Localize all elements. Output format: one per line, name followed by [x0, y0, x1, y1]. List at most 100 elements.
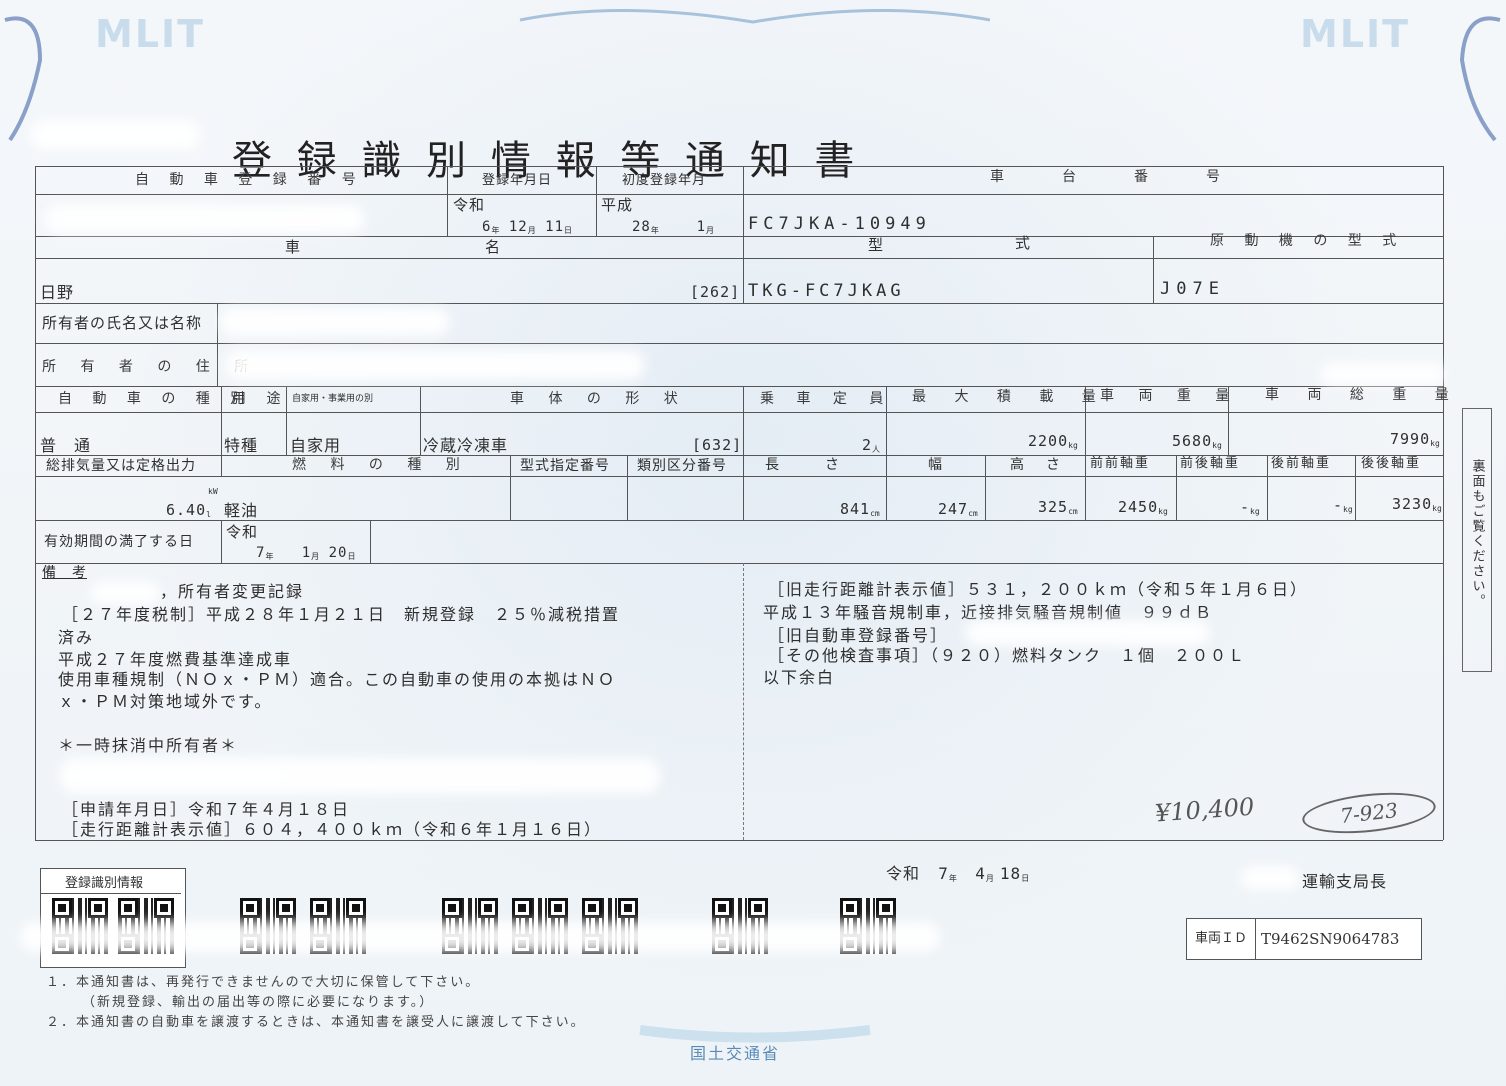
engine-model-value: J07E	[1160, 279, 1225, 299]
reg-number-label: 自 動 車 登 録 番 号	[135, 172, 364, 188]
issuer-title: 運輸支局長	[1302, 872, 1388, 891]
certificate-page: { "logos": {"left": "MLIT", "right": "ML…	[0, 0, 1506, 1086]
owner-name-label: 所有者の氏名又は名称	[42, 314, 203, 332]
displacement-label: 総排気量又は定格出力	[46, 458, 196, 474]
remark-line: ［旧走行距離計表示値］５３１，２００ｋｍ（令和５年１月６日）	[768, 580, 1309, 599]
width-label: 幅	[928, 457, 943, 473]
remark-line: 使用車種規制（ＮＯｘ・ＰＭ）適合。この自動車の使用の本拠はＮＯ	[58, 670, 617, 689]
purpose-value: 特種	[224, 436, 259, 455]
vehicle-id-value: T9462SN9064783	[1261, 930, 1400, 948]
redacted-area	[90, 582, 160, 604]
vehicle-type-label: 自 動 車 の 種 別	[58, 391, 253, 407]
remark-line: ［その他検査事項］（９２０）燃料タンク １個 ２００Ｌ	[768, 646, 1247, 665]
height-label: 高 さ	[1010, 457, 1064, 473]
vehicle-id-label: 車両ＩＤ	[1187, 919, 1256, 959]
purpose-label: 用 途	[232, 391, 289, 407]
footnote-2: ２．本通知書の自動車を譲渡するときは、本通知書を譲受人に譲渡して下さい。	[46, 1015, 586, 1030]
remark-line: ，所有者変更記録	[160, 582, 305, 601]
private-business-label: 自家用・事業用の別	[292, 394, 374, 404]
reg-date-era: 令和	[453, 196, 486, 214]
max-load-label: 最 大 積 載 量	[912, 389, 1108, 405]
first-reg-value: 28年 1月	[632, 219, 715, 235]
body-shape-label: 車 体 の 形 状	[510, 391, 688, 407]
mlit-logo-bottom: 国土交通省	[690, 1044, 781, 1063]
remark-line: ＊一時抹消中所有者＊	[58, 736, 239, 755]
remark-line: ｘ・ＰＭ対策地域外です。	[58, 692, 273, 711]
expiry-value: 7年 1月 20日	[256, 545, 356, 561]
shiki-label: 式	[1015, 234, 1032, 252]
remark-line: ［申請年月日］令和７年４月１８日	[62, 800, 351, 819]
remark-line: ［２７年度税制］平成２８年１月２１日 新規登録 ２５％減税措置	[62, 605, 621, 624]
footnote-1: １．本通知書は、再発行できませんので大切に保管して下さい。	[46, 975, 481, 990]
first-reg-era: 平成	[601, 196, 634, 214]
name-label: 名	[485, 238, 502, 256]
remark-line: 済み	[58, 628, 95, 647]
rf-axle-label: 後前軸重	[1271, 456, 1332, 471]
capacity-label: 乗 車 定 員	[760, 391, 893, 407]
displacement-value: 6.40l	[166, 501, 211, 519]
redacted-area	[1240, 866, 1300, 890]
model-value: TKG-FC7JKAG	[748, 281, 905, 301]
vehicle-type-value: 普 通	[40, 436, 92, 455]
reg-date-label: 登録年月日	[482, 173, 553, 188]
redacted-area	[1320, 363, 1445, 385]
remark-line: 平成２７年度燃費基準達成車	[58, 650, 293, 669]
private-business-value: 自家用	[290, 436, 342, 455]
rf-axle-value: -kg	[1333, 496, 1353, 514]
redacted-area	[20, 922, 940, 952]
qr-label: 登録識別情報	[41, 869, 181, 894]
redacted-area	[225, 350, 645, 380]
remark-line: ［走行距離計表示値］６０４，４００ｋｍ（令和６年１月１６日）	[62, 820, 603, 839]
redacted-area	[60, 758, 660, 794]
ff-axle-value: 2450kg	[1118, 498, 1168, 516]
rr-axle-label: 後後軸重	[1361, 456, 1422, 471]
issue-date: 令和 7年 4月 18日	[886, 864, 1030, 883]
side-note-box: 裏面もご覧ください。	[1462, 408, 1492, 672]
capacity-value: 2人	[862, 436, 881, 454]
redacted-area	[220, 308, 450, 336]
car-name-code: [262]	[690, 283, 741, 301]
mlit-logo-left: MLIT	[95, 12, 206, 56]
redacted-area	[45, 205, 365, 233]
fr-axle-label: 前後軸重	[1180, 456, 1241, 471]
redacted-area	[30, 120, 200, 150]
remarks-label: 備 考	[42, 565, 87, 581]
length-value: 841cm	[840, 500, 880, 518]
model-label: 型	[868, 236, 885, 254]
vehicle-weight-label: 車 両 重 量	[1100, 388, 1240, 404]
fuel-type-label: 燃 料 の 種 別	[292, 457, 470, 473]
side-note: 裏面もご覧ください。	[1469, 459, 1485, 609]
footnote-1-sub: （新規登録、輸出の届出等の際に必要になります。）	[82, 995, 435, 1010]
width-value: 247cm	[938, 500, 978, 518]
vehicle-id-box: 車両ＩＤ T9462SN9064783	[1186, 918, 1422, 960]
mlit-logo-right: MLIT	[1300, 12, 1411, 56]
redacted-area	[965, 620, 1210, 646]
body-shape-code: [632]	[692, 436, 743, 454]
fr-axle-value: -kg	[1240, 498, 1260, 516]
remark-line: 以下余白	[763, 668, 836, 687]
remark-line: 平成１３年騒音規制車，近接排気騒音規制値 ９９ｄＢ	[763, 603, 1214, 622]
chassis-number: FC7JKA-10949	[748, 214, 931, 234]
gross-weight-label: 車 両 総 重 量	[1265, 387, 1461, 403]
vehicle-weight-value: 5680kg	[1172, 432, 1222, 450]
chassis-label: 車 台 番 号	[990, 169, 1230, 185]
category-number-label: 類別区分番号	[637, 458, 727, 474]
fuel-value: 軽油	[224, 501, 259, 520]
expiry-label: 有効期間の満了する日	[44, 534, 194, 550]
first-reg-label: 初度登録年月	[622, 173, 707, 188]
type-designation-label: 型式指定番号	[520, 458, 610, 474]
body-shape-value: 冷蔵冷凍車	[423, 436, 509, 455]
engine-model-label: 原 動 機 の 型 式	[1210, 233, 1405, 249]
ff-axle-label: 前前軸重	[1090, 456, 1151, 471]
kw-unit: kW	[208, 487, 218, 496]
car-name-value: 日野	[40, 283, 75, 302]
height-value: 325cm	[1038, 498, 1078, 516]
max-load-value: 2200kg	[1028, 432, 1078, 450]
length-label: 長 さ	[765, 457, 845, 473]
car-label: 車	[285, 238, 302, 256]
expiry-era: 令和	[226, 523, 259, 541]
rr-axle-value: 3230kg	[1392, 495, 1442, 513]
reg-date-value: 6年 12月 11日	[482, 219, 573, 235]
remark-line: ［旧自動車登録番号］	[768, 626, 949, 645]
gross-weight-value: 7990kg	[1390, 430, 1440, 448]
